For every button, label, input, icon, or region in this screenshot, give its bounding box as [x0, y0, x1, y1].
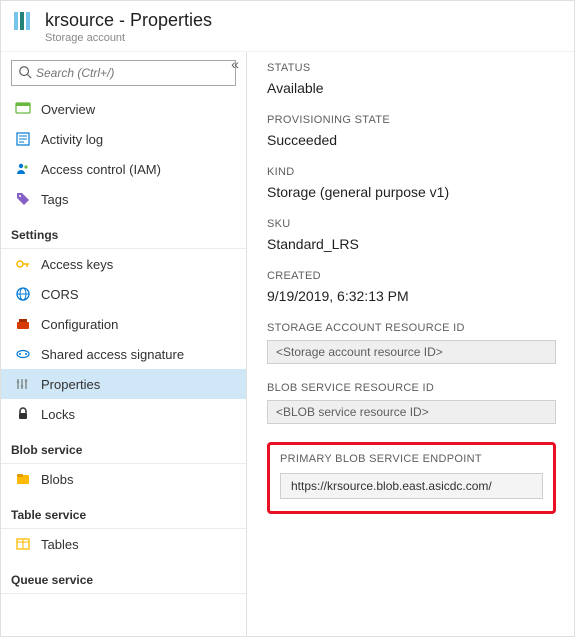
sidebar-item-sas[interactable]: Shared access signature	[1, 339, 246, 369]
sidebar-item-configuration[interactable]: Configuration	[1, 309, 246, 339]
field-kind: KIND Storage (general purpose v1)	[267, 166, 556, 200]
sidebar-item-tags[interactable]: Tags	[1, 184, 246, 214]
field-created: CREATED 9/19/2019, 6:32:13 PM	[267, 270, 556, 304]
storage-account-icon	[11, 9, 35, 36]
sidebar-item-locks[interactable]: Locks	[1, 399, 246, 429]
sidebar-item-activity-log[interactable]: Activity log	[1, 124, 246, 154]
lock-icon	[15, 406, 31, 422]
sidebar-item-label: Blobs	[41, 472, 74, 487]
provisioning-value: Succeeded	[267, 132, 556, 148]
created-label: CREATED	[267, 270, 556, 282]
resource-id-label: STORAGE ACCOUNT RESOURCE ID	[267, 322, 556, 334]
kind-label: KIND	[267, 166, 556, 178]
collapse-sidebar-button[interactable]: «	[226, 56, 244, 74]
blob-resource-id-value[interactable]: <BLOB service resource ID>	[267, 400, 556, 424]
tags-icon	[15, 191, 31, 207]
sidebar-item-blobs[interactable]: Blobs	[1, 464, 246, 494]
group-table-service: Table service	[1, 498, 246, 529]
search-input[interactable]	[32, 64, 229, 82]
field-resource-id: STORAGE ACCOUNT RESOURCE ID <Storage acc…	[267, 322, 556, 364]
resource-type: Storage account	[45, 31, 212, 45]
group-settings: Settings	[1, 218, 246, 249]
resource-id-value[interactable]: <Storage account resource ID>	[267, 340, 556, 364]
blob-endpoint-value[interactable]: https://krsource.blob.east.asicdc.com/	[280, 473, 543, 499]
overview-icon	[15, 101, 31, 117]
cors-icon	[15, 286, 31, 302]
page-title: krsource - Properties	[45, 9, 212, 31]
sidebar-item-label: Tags	[41, 192, 68, 207]
blobs-icon	[15, 471, 31, 487]
sidebar-item-label: Activity log	[41, 132, 103, 147]
configuration-icon	[15, 316, 31, 332]
key-icon	[15, 256, 31, 272]
blob-resource-id-label: BLOB SERVICE RESOURCE ID	[267, 382, 556, 394]
field-provisioning: PROVISIONING STATE Succeeded	[267, 114, 556, 148]
sidebar-item-label: Shared access signature	[41, 347, 184, 362]
created-value: 9/19/2019, 6:32:13 PM	[267, 288, 556, 304]
sas-icon	[15, 346, 31, 362]
iam-icon	[15, 161, 31, 177]
sidebar-item-label: Access control (IAM)	[41, 162, 161, 177]
properties-pane: STATUS Available PROVISIONING STATE Succ…	[247, 52, 574, 636]
field-sku: SKU Standard_LRS	[267, 218, 556, 252]
search-icon	[18, 65, 32, 82]
group-queue-service: Queue service	[1, 563, 246, 594]
status-value: Available	[267, 80, 556, 96]
highlight-primary-blob-endpoint: PRIMARY BLOB SERVICE ENDPOINT https://kr…	[267, 442, 556, 514]
blob-endpoint-label: PRIMARY BLOB SERVICE ENDPOINT	[280, 453, 543, 465]
field-status: STATUS Available	[267, 62, 556, 96]
sidebar-item-overview[interactable]: Overview	[1, 94, 246, 124]
provisioning-label: PROVISIONING STATE	[267, 114, 556, 126]
sidebar-item-tables[interactable]: Tables	[1, 529, 246, 559]
group-blob-service: Blob service	[1, 433, 246, 464]
properties-icon	[15, 376, 31, 392]
sku-value: Standard_LRS	[267, 236, 556, 252]
header: krsource - Properties Storage account	[1, 1, 574, 52]
sidebar-item-label: Access keys	[41, 257, 113, 272]
sidebar-item-label: Overview	[41, 102, 95, 117]
sidebar-item-label: Configuration	[41, 317, 118, 332]
sidebar: « Overview Activity log Access control (…	[1, 52, 247, 636]
sidebar-item-access-control[interactable]: Access control (IAM)	[1, 154, 246, 184]
sidebar-item-properties[interactable]: Properties	[1, 369, 246, 399]
status-label: STATUS	[267, 62, 556, 74]
activity-log-icon	[15, 131, 31, 147]
sidebar-item-access-keys[interactable]: Access keys	[1, 249, 246, 279]
kind-value: Storage (general purpose v1)	[267, 184, 556, 200]
sidebar-item-label: CORS	[41, 287, 79, 302]
sidebar-item-label: Tables	[41, 537, 79, 552]
search-input-wrap[interactable]	[11, 60, 236, 86]
field-blob-resource-id: BLOB SERVICE RESOURCE ID <BLOB service r…	[267, 382, 556, 424]
sidebar-item-label: Locks	[41, 407, 75, 422]
sidebar-item-label: Properties	[41, 377, 100, 392]
sku-label: SKU	[267, 218, 556, 230]
tables-icon	[15, 536, 31, 552]
sidebar-item-cors[interactable]: CORS	[1, 279, 246, 309]
